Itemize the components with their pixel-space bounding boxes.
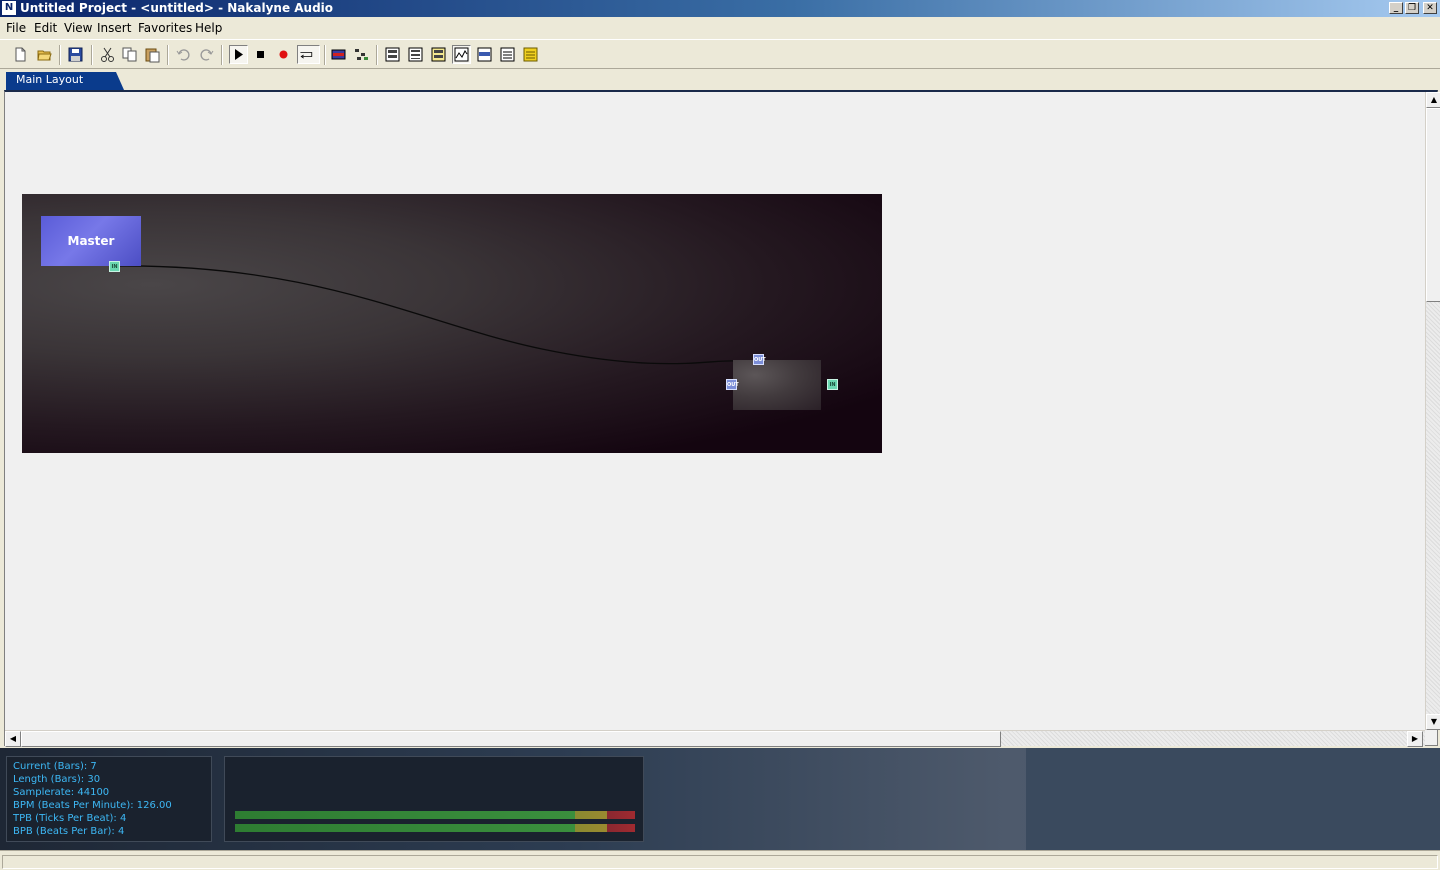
tab-main-layout[interactable]: Main Layout [6, 72, 124, 90]
minimize-button[interactable]: _ [1389, 2, 1403, 14]
menu-favorites[interactable]: Favorites [138, 21, 192, 35]
menu-bar: File Edit View Insert Favorites Help [0, 18, 1440, 38]
project-info-panel: Current (Bars): 7 Length (Bars): 30 Samp… [6, 756, 212, 842]
view-5-icon[interactable] [476, 46, 493, 63]
copy-icon[interactable] [121, 46, 138, 63]
transport-status-area: Current (Bars): 7 Length (Bars): 30 Samp… [0, 748, 1440, 850]
length-bars-text: Length (Bars): 30 [13, 774, 101, 785]
bpm-text: BPM (Beats Per Minute): 126.00 [13, 800, 172, 811]
title-bar: N Untitled Project - <untitled> - Nakaly… [0, 0, 1440, 17]
routing-panel[interactable]: Master IN OUT OUT IN [22, 194, 882, 453]
view-2-icon[interactable] [407, 46, 424, 63]
menu-insert[interactable]: Insert [97, 21, 131, 35]
toolbar [0, 39, 1440, 69]
undo-icon[interactable] [175, 46, 192, 63]
bpb-text: BPB (Beats Per Bar): 4 [13, 826, 125, 837]
effect-output-port-left[interactable]: OUT [726, 379, 739, 390]
scroll-left-arrow-icon[interactable]: ◀ [5, 731, 21, 747]
view-3-icon[interactable] [430, 46, 447, 63]
master-node[interactable]: Master [41, 216, 141, 266]
loop-icon[interactable] [297, 45, 320, 64]
window-title: Untitled Project - <untitled> - Nakalyne… [20, 1, 334, 15]
status-right-panel [1026, 748, 1440, 850]
mixer-icon[interactable] [330, 46, 347, 63]
paste-icon[interactable] [144, 46, 161, 63]
master-input-port[interactable]: IN [109, 261, 120, 272]
horizontal-scrollbar[interactable]: ◀ ▶ [5, 730, 1425, 747]
effect-output-port-top[interactable]: OUT [753, 354, 766, 365]
master-node-label: Master [67, 234, 115, 248]
tab-strip: Main Layout [0, 70, 1440, 90]
menu-help[interactable]: Help [195, 21, 222, 35]
new-document-icon[interactable] [12, 46, 29, 63]
current-bars-text: Current (Bars): 7 [13, 761, 97, 772]
tpb-text: TPB (Ticks Per Beat): 4 [13, 813, 127, 824]
samplerate-text: Samplerate: 44100 [13, 787, 110, 798]
menu-edit[interactable]: Edit [34, 21, 57, 35]
view-1-icon[interactable] [384, 46, 401, 63]
horizontal-scroll-thumb[interactable] [21, 731, 1001, 747]
pattern-icon[interactable] [353, 46, 370, 63]
view-6-icon[interactable] [499, 46, 516, 63]
left-level-meter [235, 811, 635, 819]
record-icon[interactable] [275, 46, 292, 63]
stop-icon[interactable] [252, 46, 269, 63]
play-icon[interactable] [229, 45, 248, 64]
right-level-meter [235, 824, 635, 832]
status-bar [0, 850, 1440, 870]
save-icon[interactable] [67, 46, 84, 63]
vertical-scroll-thumb[interactable] [1426, 108, 1440, 302]
effect-input-port[interactable]: IN [827, 379, 838, 390]
redo-icon[interactable] [198, 46, 215, 63]
menu-file[interactable]: File [6, 21, 26, 35]
close-button[interactable]: ✕ [1423, 2, 1437, 14]
vertical-scrollbar[interactable]: ▲ ▼ [1425, 92, 1440, 730]
connection-wire [115, 265, 737, 365]
scroll-up-arrow-icon[interactable]: ▲ [1426, 92, 1440, 108]
menu-view[interactable]: View [64, 21, 92, 35]
open-folder-icon[interactable] [36, 46, 53, 63]
level-meter-panel [224, 756, 644, 842]
nakalyne-logo-icon[interactable]: N [2, 1, 16, 15]
effect-node[interactable] [733, 360, 821, 410]
layout-canvas[interactable]: Master IN OUT OUT IN ▲ ▼ ◀ ▶ [4, 90, 1440, 747]
scroll-down-arrow-icon[interactable]: ▼ [1426, 714, 1440, 730]
cut-icon[interactable] [99, 46, 116, 63]
restore-button[interactable]: ❐ [1405, 2, 1419, 14]
scroll-right-arrow-icon[interactable]: ▶ [1407, 731, 1423, 747]
status-bar-field [2, 855, 1438, 869]
notes-icon[interactable] [522, 46, 539, 63]
view-4-icon[interactable] [452, 45, 471, 64]
